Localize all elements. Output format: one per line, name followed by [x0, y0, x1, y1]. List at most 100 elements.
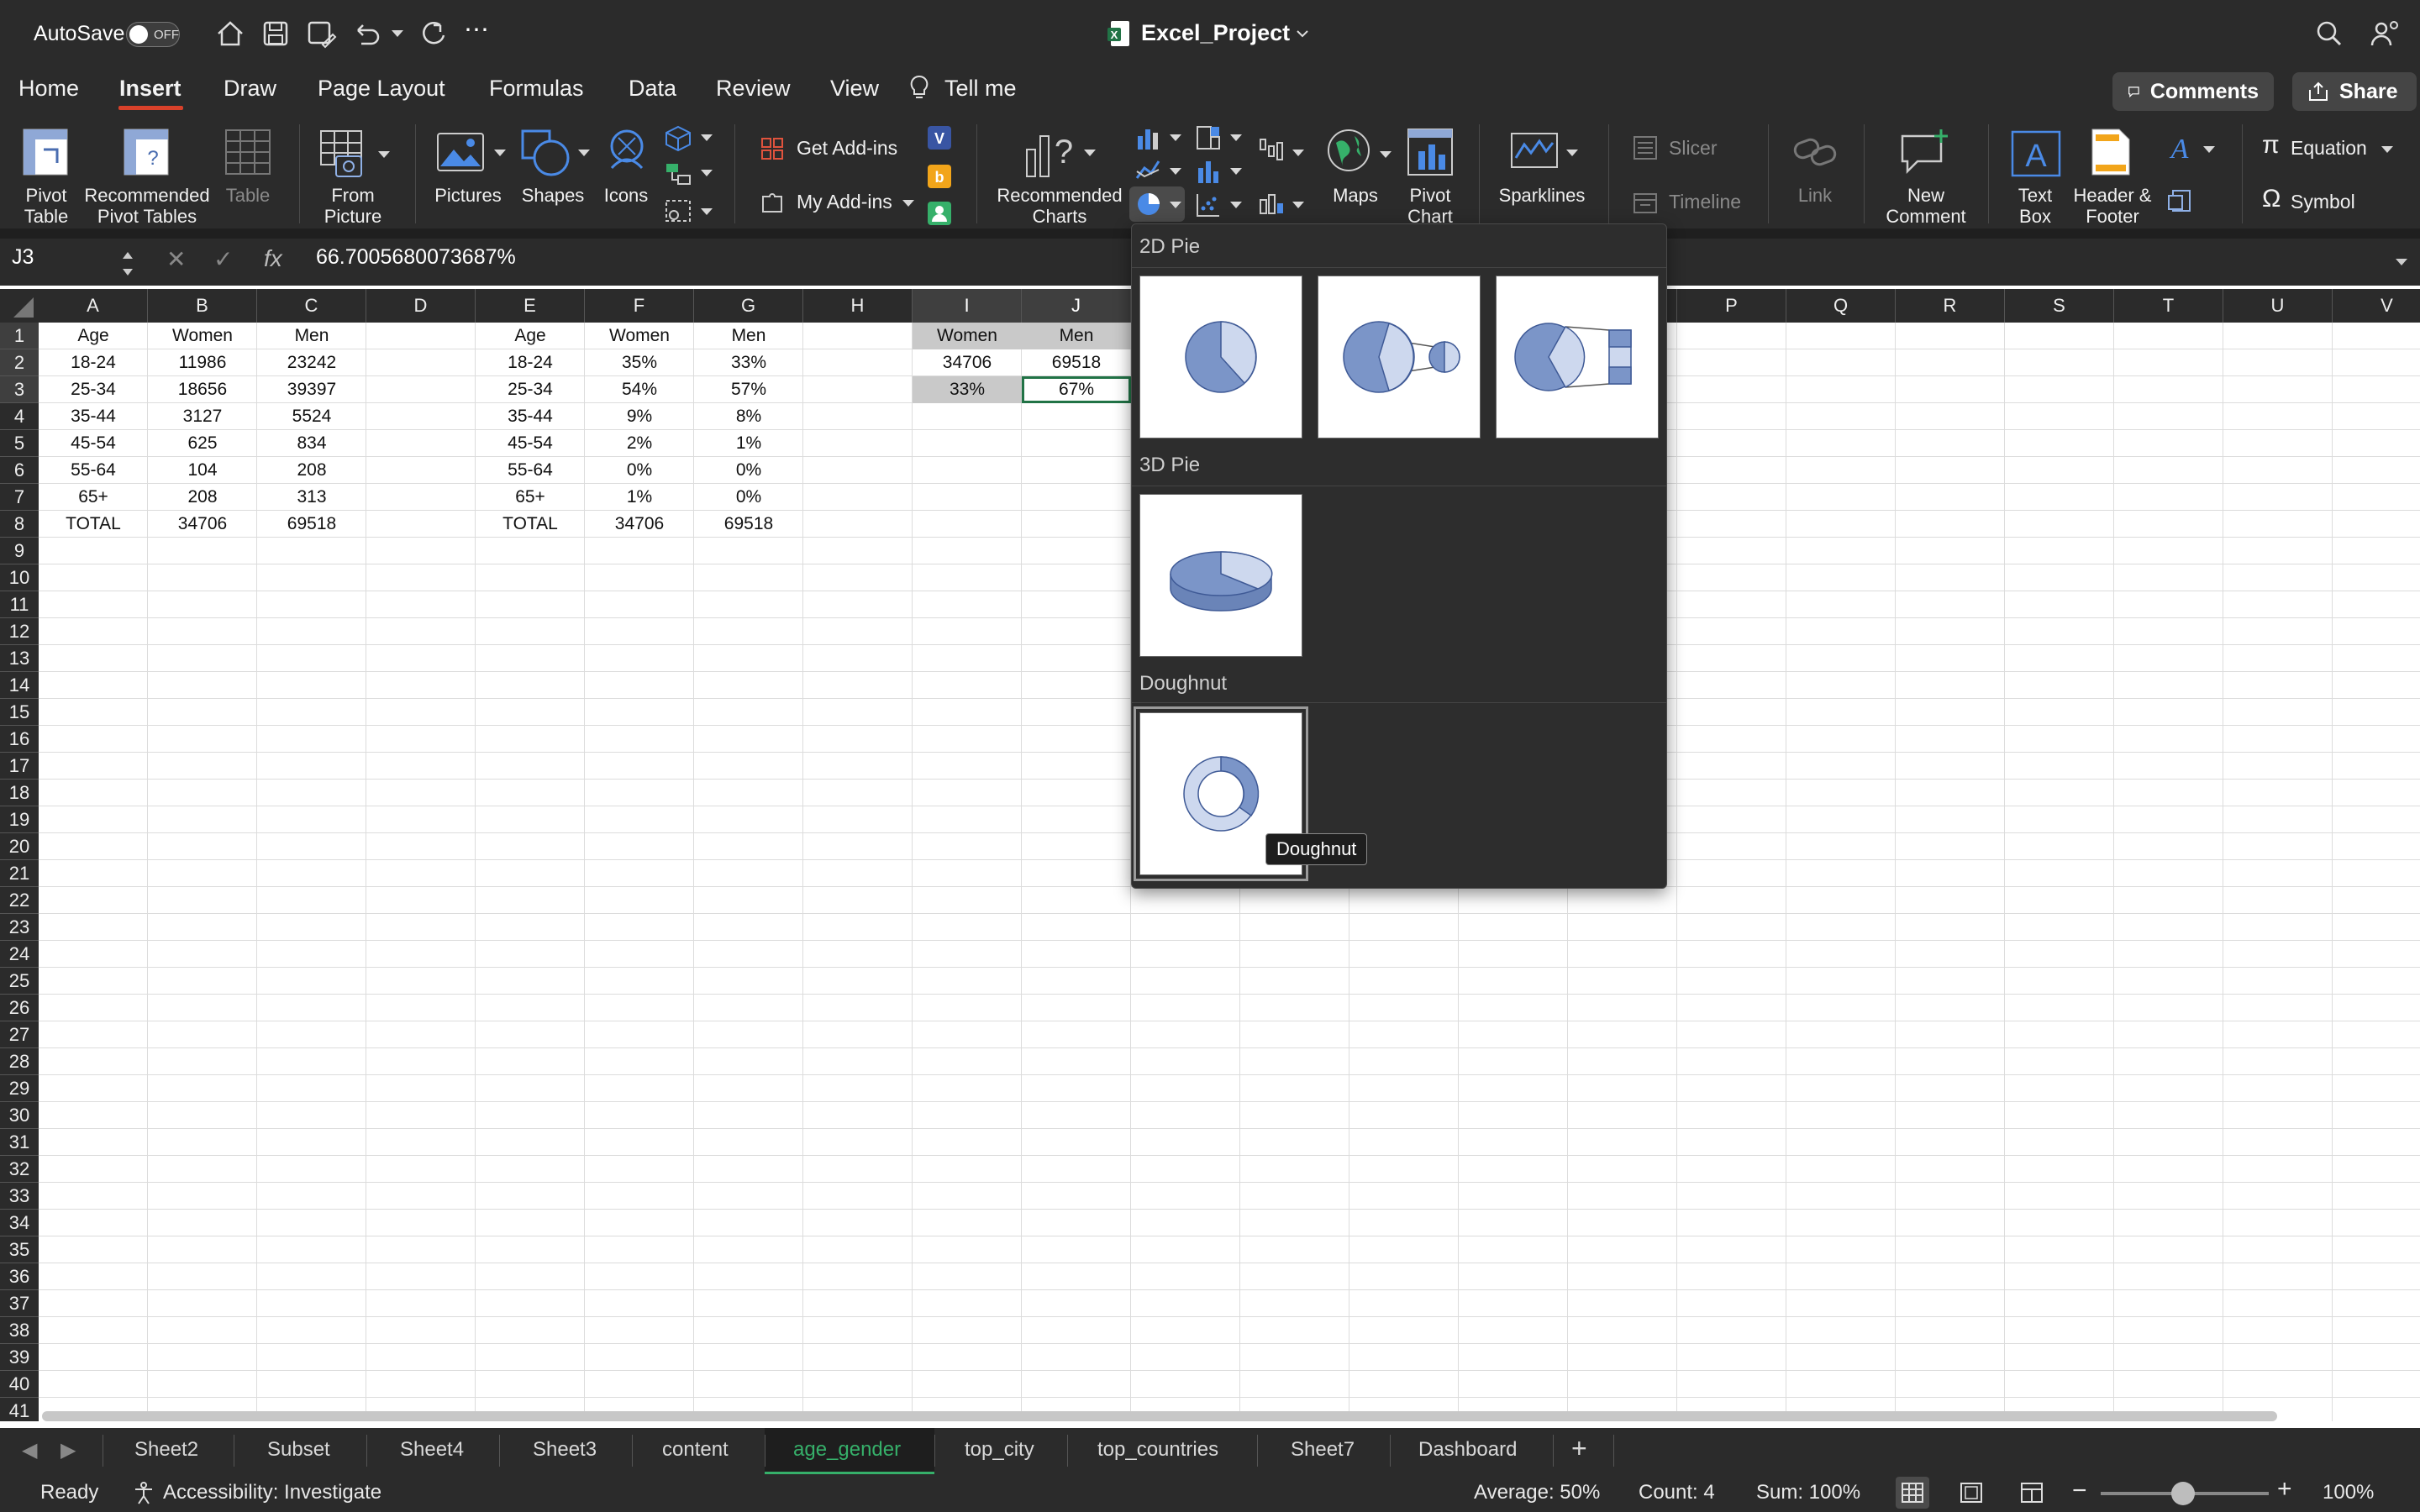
- add-sheet-button[interactable]: +: [1571, 1433, 1587, 1464]
- menu-formulas[interactable]: Formulas: [489, 76, 584, 102]
- cell-b2[interactable]: 11986: [148, 349, 257, 376]
- home-icon[interactable]: [213, 17, 247, 50]
- menu-tell-me[interactable]: Tell me: [944, 76, 1017, 102]
- row-header-6[interactable]: 6: [0, 457, 39, 484]
- cell-i2[interactable]: 34706: [913, 349, 1022, 376]
- column-header-t[interactable]: T: [2114, 289, 2223, 323]
- page-layout-view-icon[interactable]: [1960, 1482, 1983, 1504]
- cell-f4[interactable]: 9%: [585, 403, 694, 430]
- menu-view[interactable]: View: [830, 76, 879, 102]
- row-header-11[interactable]: 11: [0, 591, 39, 618]
- cell-b7[interactable]: 208: [148, 484, 257, 511]
- row-header-2[interactable]: 2: [0, 349, 39, 376]
- sheet-tab-sheet3[interactable]: Sheet3: [533, 1438, 597, 1462]
- sheet-tab-sheet7[interactable]: Sheet7: [1291, 1438, 1355, 1462]
- column-header-p[interactable]: P: [1677, 289, 1786, 323]
- row-header-16[interactable]: 16: [0, 726, 39, 753]
- object-icon[interactable]: [2166, 188, 2193, 215]
- name-box-stepper-icon[interactable]: [119, 247, 136, 281]
- sheet-tab-top-countries[interactable]: top_countries: [1097, 1438, 1218, 1462]
- 3d-pie-option[interactable]: [1139, 494, 1302, 657]
- row-header-38[interactable]: 38: [0, 1317, 39, 1344]
- smartart-dropdown-icon[interactable]: [701, 170, 713, 176]
- menu-review[interactable]: Review: [716, 76, 791, 102]
- hierarchy-chart-dropdown-icon[interactable]: [1230, 134, 1242, 141]
- screenshot-icon[interactable]: [664, 198, 692, 225]
- cell-a2[interactable]: 18-24: [39, 349, 148, 376]
- row-header-21[interactable]: 21: [0, 860, 39, 887]
- sheet-tab-top-city[interactable]: top_city: [965, 1438, 1034, 1462]
- cell-e5[interactable]: 45-54: [476, 430, 585, 457]
- row-header-24[interactable]: 24: [0, 941, 39, 968]
- column-header-a[interactable]: A: [39, 289, 148, 323]
- cell-a1[interactable]: Age: [39, 323, 148, 349]
- cell-g7[interactable]: 0%: [694, 484, 803, 511]
- sheet-tab-content[interactable]: content: [662, 1438, 729, 1462]
- cell-i1[interactable]: Women: [913, 323, 1022, 349]
- cell-a5[interactable]: 45-54: [39, 430, 148, 457]
- cell-e8[interactable]: TOTAL: [476, 511, 585, 538]
- select-all-corner[interactable]: [0, 289, 39, 323]
- menu-insert[interactable]: Insert: [119, 76, 182, 102]
- cell-a7[interactable]: 65+: [39, 484, 148, 511]
- column-header-j[interactable]: J: [1022, 289, 1131, 323]
- row-header-12[interactable]: 12: [0, 618, 39, 645]
- row-header-36[interactable]: 36: [0, 1263, 39, 1290]
- shapes-dropdown-icon[interactable]: [578, 150, 590, 156]
- from-picture-dropdown-icon[interactable]: [378, 151, 390, 158]
- cell-f6[interactable]: 0%: [585, 457, 694, 484]
- hierarchy-chart-icon[interactable]: [1195, 124, 1222, 151]
- column-header-c[interactable]: C: [257, 289, 366, 323]
- cell-e7[interactable]: 65+: [476, 484, 585, 511]
- column-header-r[interactable]: R: [1896, 289, 2005, 323]
- cell-a6[interactable]: 55-64: [39, 457, 148, 484]
- column-chart-dropdown-icon[interactable]: [1170, 134, 1181, 141]
- more-icon[interactable]: ⋯: [464, 15, 489, 45]
- cell-i3[interactable]: 33%: [913, 376, 1022, 403]
- pie-option[interactable]: [1139, 276, 1302, 438]
- cell-c1[interactable]: Men: [257, 323, 366, 349]
- line-chart-icon[interactable]: [1134, 158, 1161, 183]
- row-header-5[interactable]: 5: [0, 430, 39, 457]
- cell-b8[interactable]: 34706: [148, 511, 257, 538]
- cell-e2[interactable]: 18-24: [476, 349, 585, 376]
- column-header-v[interactable]: V: [2333, 289, 2420, 323]
- menu-draw[interactable]: Draw: [224, 76, 276, 102]
- horizontal-scrollbar[interactable]: [42, 1411, 2277, 1421]
- cell-c3[interactable]: 39397: [257, 376, 366, 403]
- cell-f7[interactable]: 1%: [585, 484, 694, 511]
- column-header-e[interactable]: E: [476, 289, 585, 323]
- people-graph-icon[interactable]: [926, 200, 953, 227]
- cell-g1[interactable]: Men: [694, 323, 803, 349]
- menu-data[interactable]: Data: [629, 76, 676, 102]
- accessibility-status[interactable]: Accessibility: Investigate: [163, 1481, 381, 1504]
- prev-sheet-icon[interactable]: ◀: [22, 1438, 37, 1462]
- row-header-28[interactable]: 28: [0, 1048, 39, 1075]
- column-header-s[interactable]: S: [2005, 289, 2114, 323]
- statistic-chart-dropdown-icon[interactable]: [1230, 168, 1242, 175]
- 3d-models-dropdown-icon[interactable]: [701, 134, 713, 141]
- cell-c6[interactable]: 208: [257, 457, 366, 484]
- cell-c8[interactable]: 69518: [257, 511, 366, 538]
- cell-f1[interactable]: Women: [585, 323, 694, 349]
- cell-a8[interactable]: TOTAL: [39, 511, 148, 538]
- cell-f3[interactable]: 54%: [585, 376, 694, 403]
- row-header-27[interactable]: 27: [0, 1021, 39, 1048]
- scatter-chart-dropdown-icon[interactable]: [1230, 202, 1242, 208]
- recommended-charts-dropdown-icon[interactable]: [1084, 150, 1096, 156]
- row-header-19[interactable]: 19: [0, 806, 39, 833]
- chevron-down-icon[interactable]: [1294, 25, 1311, 42]
- 3d-models-icon[interactable]: [664, 124, 692, 153]
- redo-icon[interactable]: [417, 17, 450, 50]
- comments-button[interactable]: Comments: [2112, 72, 2274, 111]
- pie-of-pie-option[interactable]: [1318, 276, 1481, 438]
- account-icon[interactable]: [2368, 17, 2402, 50]
- enter-icon[interactable]: ✓: [213, 245, 233, 273]
- cell-g8[interactable]: 69518: [694, 511, 803, 538]
- line-chart-dropdown-icon[interactable]: [1170, 168, 1181, 175]
- expand-formula-icon[interactable]: [2393, 255, 2410, 269]
- cell-j2[interactable]: 69518: [1022, 349, 1131, 376]
- sheet-tab-sheet2[interactable]: Sheet2: [134, 1438, 198, 1462]
- cell-e3[interactable]: 25-34: [476, 376, 585, 403]
- column-header-f[interactable]: F: [585, 289, 694, 323]
